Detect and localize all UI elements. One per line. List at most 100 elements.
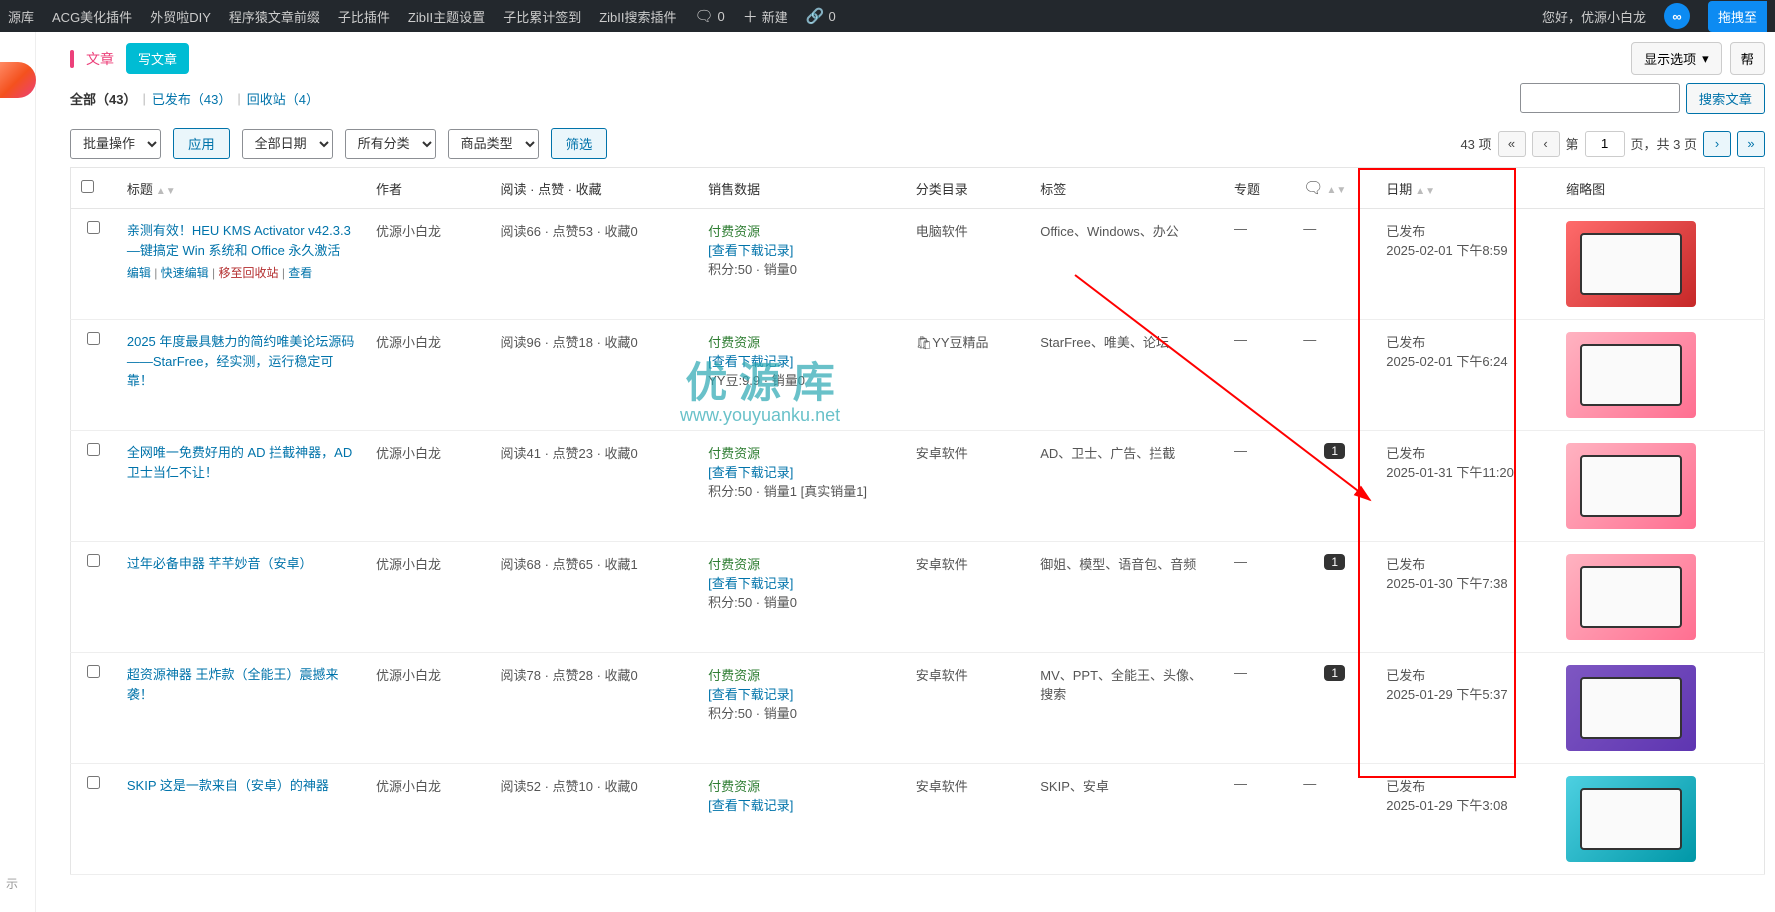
view-trash[interactable]: 回收站（4） (247, 89, 319, 108)
adminbar-item-3[interactable]: 程序猿文章前缀 (229, 7, 320, 26)
cell-thumb[interactable] (1556, 764, 1764, 875)
post-title-link[interactable]: SKIP 这是一款来自（安卓）的神器 (127, 778, 329, 793)
cell-topic: — (1224, 542, 1293, 653)
cell-comments: — (1293, 209, 1376, 320)
adminbar-new[interactable]: ＋新建 (743, 6, 788, 27)
search-button[interactable]: 搜索文章 (1686, 83, 1765, 114)
row-checkbox[interactable] (87, 554, 100, 567)
view-published[interactable]: 已发布（43） (152, 89, 231, 108)
post-title-link[interactable]: 全网唯一免费好用的 AD 拦截神器，AD 卫士当仁不让！ (127, 445, 352, 480)
help-button[interactable]: 帮 (1730, 42, 1765, 75)
sale-type: 付费资源 (708, 224, 760, 239)
next-page-button[interactable]: › (1703, 131, 1731, 157)
cell-thumb[interactable] (1556, 653, 1764, 764)
download-log-link[interactable]: [查看下载记录] (708, 354, 793, 369)
adminbar-item-0[interactable]: 源库 (8, 7, 34, 26)
views-filter: 全部（43） | 已发布（43） | 回收站（4） (70, 89, 319, 108)
cloud-icon[interactable]: ∞ (1664, 3, 1690, 29)
cell-tags[interactable]: AD、卫士、广告、拦截 (1030, 431, 1224, 542)
cell-tags[interactable]: Office、Windows、办公 (1030, 209, 1224, 320)
view-link[interactable]: 查看 (288, 266, 312, 280)
download-log-link[interactable]: [查看下载记录] (708, 243, 793, 258)
cell-author[interactable]: 优源小白龙 (366, 209, 491, 320)
row-checkbox[interactable] (87, 221, 100, 234)
cell-sale: 付费资源[查看下载记录]积分:50 · 销量1 [真实销量1] (698, 431, 906, 542)
cell-tags[interactable]: 御姐、模型、语音包、音频 (1030, 542, 1224, 653)
screen-options-button[interactable]: 显示选项▾ (1631, 42, 1722, 75)
cell-author[interactable]: 优源小白龙 (366, 653, 491, 764)
select-all-checkbox[interactable] (81, 180, 94, 193)
row-checkbox[interactable] (87, 443, 100, 456)
view-all[interactable]: 全部（43） (70, 89, 136, 108)
goods-type-select[interactable]: 商品类型 (448, 129, 539, 159)
cell-thumb[interactable] (1556, 431, 1764, 542)
row-checkbox[interactable] (87, 665, 100, 678)
write-post-button[interactable]: 写文章 (126, 43, 189, 74)
adminbar-item-6[interactable]: 子比累计签到 (503, 7, 581, 26)
row-checkbox[interactable] (87, 332, 100, 345)
adminbar-item-7[interactable]: ZibII搜索插件 (599, 7, 676, 26)
row-checkbox[interactable] (87, 776, 100, 789)
cell-thumb[interactable] (1556, 542, 1764, 653)
cell-category[interactable]: 安卓软件 (906, 653, 1031, 764)
search-input[interactable] (1520, 83, 1680, 113)
cell-thumb[interactable] (1556, 209, 1764, 320)
category-filter-select[interactable]: 所有分类 (345, 129, 436, 159)
cell-category[interactable]: 安卓软件 (906, 431, 1031, 542)
adminbar-links[interactable]: 🔗0 (806, 7, 836, 25)
cell-sale: 付费资源[查看下载记录] (698, 764, 906, 875)
adminbar-item-4[interactable]: 子比插件 (338, 7, 390, 26)
cell-category[interactable]: 🛍YY豆精品 (906, 320, 1031, 431)
adminbar-item-5[interactable]: ZibII主题设置 (408, 7, 485, 26)
search-group: 搜索文章 (1520, 83, 1765, 114)
first-page-button[interactable]: « (1498, 131, 1526, 157)
cell-category[interactable]: 安卓软件 (906, 542, 1031, 653)
cell-tags[interactable]: SKIP、安卓 (1030, 764, 1224, 875)
post-title-link[interactable]: 2025 年度最具魅力的简约唯美论坛源码 ——StarFree，经实测，运行稳定… (127, 334, 355, 388)
cell-rlf: 阅读96 · 点赞18 · 收藏0 (491, 320, 699, 431)
col-comments[interactable]: 🗨▲▼ (1293, 168, 1376, 209)
cell-author[interactable]: 优源小白龙 (366, 764, 491, 875)
thumbnail-image (1566, 776, 1696, 862)
cell-comments[interactable]: 1 (1293, 542, 1376, 653)
download-log-link[interactable]: [查看下载记录] (708, 576, 793, 591)
cell-author[interactable]: 优源小白龙 (366, 320, 491, 431)
adminbar-greeting[interactable]: 您好，优源小白龙 (1542, 7, 1646, 26)
drag-to-button[interactable]: 拖拽至 (1708, 1, 1767, 32)
left-nav-active[interactable] (0, 62, 36, 98)
last-page-button[interactable]: » (1737, 131, 1765, 157)
adminbar-item-1[interactable]: ACG美化插件 (52, 7, 132, 26)
trash-link[interactable]: 移至回收站 (218, 266, 278, 280)
left-nav: 示 (0, 32, 36, 912)
col-topic: 专题 (1224, 168, 1293, 209)
cell-tags[interactable]: StarFree、唯美、论坛 (1030, 320, 1224, 431)
cell-category[interactable]: 安卓软件 (906, 764, 1031, 875)
cell-thumb[interactable] (1556, 320, 1764, 431)
download-log-link[interactable]: [查看下载记录] (708, 465, 793, 480)
post-title-link[interactable]: 亲测有效！HEU KMS Activator v42.3.3 —键搞定 Win … (127, 223, 351, 258)
date-filter-select[interactable]: 全部日期 (242, 129, 333, 159)
cell-comments[interactable]: 1 (1293, 431, 1376, 542)
cell-author[interactable]: 优源小白龙 (366, 542, 491, 653)
sep: | (142, 91, 145, 106)
cell-author[interactable]: 优源小白龙 (366, 431, 491, 542)
adminbar-comments[interactable]: 🗨0 (695, 7, 725, 25)
left-nav-show[interactable]: 示 (0, 865, 24, 902)
filter-button[interactable]: 筛选 (551, 128, 608, 159)
quick-edit-link[interactable]: 快速编辑 (161, 266, 209, 280)
cell-comments[interactable]: 1 (1293, 653, 1376, 764)
adminbar-item-2[interactable]: 外贸啦DIY (150, 7, 211, 26)
edit-link[interactable]: 编辑 (127, 266, 151, 280)
col-title[interactable]: 标题▲▼ (117, 168, 366, 209)
current-page-input[interactable] (1585, 131, 1625, 157)
bulk-action-select[interactable]: 批量操作 (70, 129, 161, 159)
post-title-link[interactable]: 过年必备申器 芊芊妙音（安卓） (127, 556, 313, 571)
prev-page-button[interactable]: ‹ (1532, 131, 1560, 157)
col-date[interactable]: 日期▲▼ (1376, 168, 1556, 209)
download-log-link[interactable]: [查看下载记录] (708, 687, 793, 702)
cell-category[interactable]: 电脑软件 (906, 209, 1031, 320)
download-log-link[interactable]: [查看下载记录] (708, 798, 793, 813)
post-title-link[interactable]: 超资源神器 王炸款（全能王）震撼来袭！ (127, 667, 339, 702)
cell-tags[interactable]: MV、PPT、全能王、头像、搜索 (1030, 653, 1224, 764)
apply-button[interactable]: 应用 (173, 128, 230, 159)
